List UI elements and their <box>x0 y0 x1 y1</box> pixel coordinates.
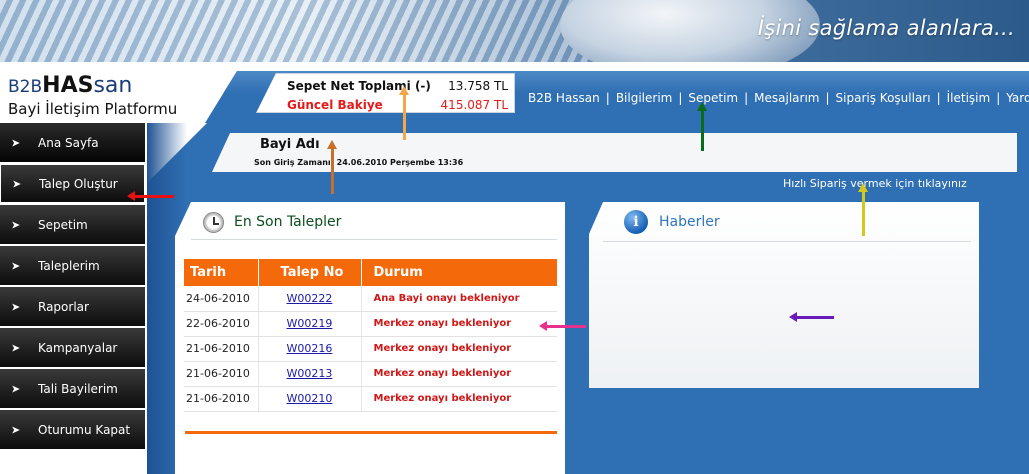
last-login-time: Son Giriş Zamanı: 24.06.2010 Perşembe 13… <box>254 158 464 167</box>
cart-summary: Sepet Net Toplami (-) 13.758 TL Güncel B… <box>256 73 515 113</box>
logo-prefix: B2B <box>8 77 43 97</box>
brand-logo[interactable]: B2BHASsan Bayi İletişim Platformu <box>8 73 188 119</box>
sidebar-item-label: Oturumu Kapat <box>38 422 131 437</box>
annotation-arrow-purple <box>789 312 834 322</box>
cart-balance-value: 415.087 TL <box>440 97 508 112</box>
topnav-separator: | <box>678 91 683 105</box>
request-number-link[interactable]: W00210 <box>287 392 333 405</box>
request-status: Merkez onayı bekleniyor <box>360 311 557 337</box>
topnav-separator: | <box>605 91 610 105</box>
table-row[interactable]: 21-06-2010 W00213 Merkez onayı bekleniyo… <box>184 361 557 387</box>
news-panel <box>589 202 979 388</box>
sidebar-item-sepetim[interactable]: ➤ Sepetim <box>0 205 145 244</box>
latest-requests-title: En Son Talepler <box>234 214 342 230</box>
sidebar-item-raporlar[interactable]: ➤ Raporlar <box>0 287 145 326</box>
page: İşini sağlama alanlara... B2BHASsan Bayi… <box>0 0 1029 474</box>
topnav-yardim[interactable]: Yardım <box>1006 91 1029 105</box>
sidebar-item-label: Talep Oluştur <box>39 176 118 191</box>
request-number-link[interactable]: W00216 <box>287 342 333 355</box>
topnav-separator: | <box>744 91 749 105</box>
chevron-right-icon: ➤ <box>11 423 21 436</box>
logo-subtitle: Bayi İletişim Platformu <box>8 100 178 118</box>
request-number-link[interactable]: W00213 <box>287 367 333 380</box>
clock-icon <box>203 212 224 233</box>
dealer-name: Bayi Adı <box>260 137 320 152</box>
chevron-right-icon: ➤ <box>11 259 21 272</box>
cart-net-total-value: 13.758 TL <box>448 78 508 93</box>
column-header-tarih: Tarih <box>184 259 258 286</box>
request-date: 21-06-2010 <box>184 386 258 412</box>
top-banner: İşini sağlama alanlara... <box>0 0 1029 62</box>
panel-title-divider <box>603 241 971 242</box>
chevron-right-icon: ➤ <box>11 341 21 354</box>
topnav-b2b-hassan[interactable]: B2B Hassan <box>528 91 600 105</box>
quick-order-link[interactable]: Hızlı Sipariş vermek için tıklayınız <box>783 177 967 190</box>
chevron-right-icon: ➤ <box>12 177 22 190</box>
sidebar-item-label: Sepetim <box>38 217 88 232</box>
chevron-right-icon: ➤ <box>11 136 21 149</box>
table-row[interactable]: 21-06-2010 W00216 Merkez onayı bekleniyo… <box>184 336 557 362</box>
chevron-right-icon: ➤ <box>11 382 21 395</box>
banner-slogan: İşini sağlama alanlara... <box>757 16 1015 40</box>
sidebar-item-label: Kampanyalar <box>38 340 118 355</box>
cart-balance-label: Güncel Bakiye <box>287 97 383 112</box>
topnav-separator: | <box>996 91 1001 105</box>
request-status: Merkez onayı bekleniyor <box>360 386 557 412</box>
request-date: 22-06-2010 <box>184 311 258 337</box>
logo-brand-bold: HAS <box>42 73 94 98</box>
request-status: Merkez onayı bekleniyor <box>360 336 557 362</box>
annotation-arrow-pink <box>539 321 586 331</box>
topnav-separator: | <box>825 91 830 105</box>
request-date: 21-06-2010 <box>184 336 258 362</box>
request-date: 21-06-2010 <box>184 361 258 387</box>
request-number-link[interactable]: W00222 <box>287 292 333 305</box>
banner-stripes <box>0 0 620 62</box>
chevron-right-icon: ➤ <box>11 300 21 313</box>
annotation-arrow-red <box>127 191 174 201</box>
sidebar-item-label: Taleplerim <box>38 258 100 273</box>
logo-brand-light: san <box>93 73 133 98</box>
sidebar-item-tali-bayilerim[interactable]: ➤ Tali Bayilerim <box>0 369 145 408</box>
sidebar-item-label: Ana Sayfa <box>38 135 99 150</box>
topnav-mesajlarim[interactable]: Mesajlarım <box>754 91 819 105</box>
request-status: Merkez onayı bekleniyor <box>360 361 557 387</box>
cart-net-total-label: Sepet Net Toplami (-) <box>287 78 431 93</box>
topnav-iletisim[interactable]: İletişim <box>947 91 991 105</box>
requests-table: Tarih Talep No Durum 24-06-2010 W00222 A… <box>184 259 557 412</box>
request-number-link[interactable]: W00219 <box>287 317 333 330</box>
sidebar-item-taleplerim[interactable]: ➤ Taleplerim <box>0 246 145 285</box>
panel-title-divider <box>191 239 557 240</box>
column-header-talep-no: Talep No <box>257 259 361 286</box>
topnav-separator: | <box>936 91 941 105</box>
sidebar-item-kampanyalar[interactable]: ➤ Kampanyalar <box>0 328 145 367</box>
topnav-bilgilerim[interactable]: Bilgilerim <box>616 91 673 105</box>
annotation-arrow-green <box>697 102 707 151</box>
annotation-arrow-dark-orange <box>327 140 337 194</box>
table-footer-divider <box>185 431 557 434</box>
request-date: 24-06-2010 <box>184 286 258 312</box>
table-row[interactable]: 21-06-2010 W00210 Merkez onayı bekleniyo… <box>184 386 557 412</box>
column-header-durum: Durum <box>360 259 557 286</box>
table-row[interactable]: 24-06-2010 W00222 Ana Bayi onayı bekleni… <box>184 286 557 312</box>
info-icon: i <box>623 209 649 235</box>
topnav-siparis-kosullari[interactable]: Sipariş Koşulları <box>836 91 931 105</box>
topnav-sepetim[interactable]: Sepetim <box>688 91 738 105</box>
chevron-right-icon: ➤ <box>11 218 21 231</box>
table-row[interactable]: 22-06-2010 W00219 Merkez onayı bekleniyo… <box>184 311 557 337</box>
sidebar-item-ana-sayfa[interactable]: ➤ Ana Sayfa <box>0 123 145 162</box>
request-status: Ana Bayi onayı bekleniyor <box>360 286 557 312</box>
annotation-arrow-light-orange <box>399 86 409 140</box>
sidebar-item-oturumu-kapat[interactable]: ➤ Oturumu Kapat <box>0 410 145 449</box>
annotation-arrow-yellow <box>858 183 868 236</box>
table-header-row: Tarih Talep No Durum <box>184 259 557 286</box>
sidebar: ➤ Ana Sayfa ➤ Talep Oluştur ➤ Sepetim ➤ Tale… <box>0 123 145 451</box>
sidebar-item-label: Tali Bayilerim <box>38 381 118 396</box>
top-navigation: B2B Hassan | Bilgilerim | Sepetim | Mesajla… <box>528 91 1029 105</box>
news-panel-title: Haberler <box>659 214 720 230</box>
sidebar-item-talep-olustur[interactable]: ➤ Talep Oluştur <box>0 164 145 203</box>
sidebar-item-label: Raporlar <box>38 299 89 314</box>
